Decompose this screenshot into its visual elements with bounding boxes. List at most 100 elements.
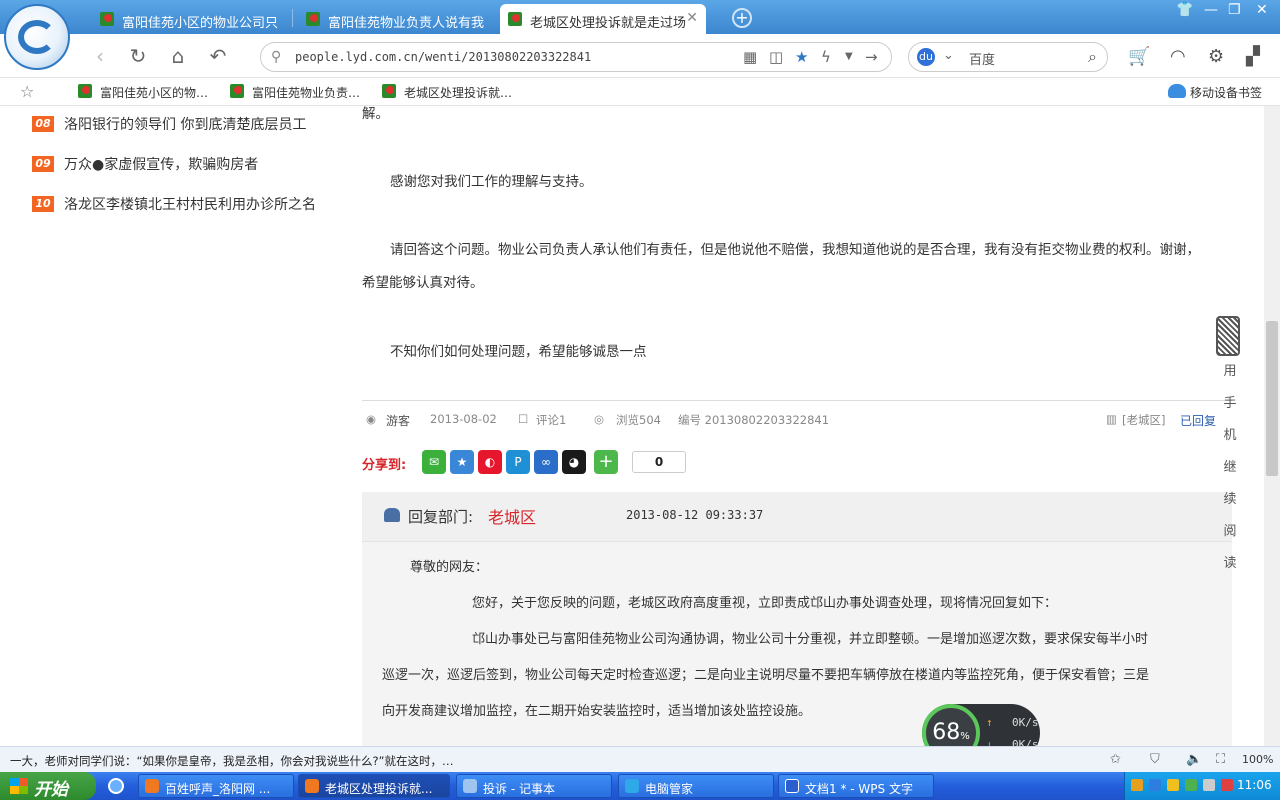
engine-dropdown-icon[interactable]: ⌄ bbox=[943, 48, 954, 63]
tray-arrow-icon[interactable] bbox=[1131, 779, 1143, 791]
tray-shield-icon[interactable] bbox=[1167, 779, 1179, 791]
tray-security-icon[interactable] bbox=[1185, 779, 1197, 791]
tray-alert-icon[interactable] bbox=[1221, 779, 1233, 791]
address-bar[interactable]: ⚲ people.lyd.com.cn/wenti/20130802203322… bbox=[260, 42, 892, 72]
rank-title[interactable]: 万众●家虚假宣传，欺骗购房者 bbox=[64, 157, 258, 173]
lightning-icon[interactable]: ϟ bbox=[821, 48, 831, 66]
bookmark-label: 富阳佳苑物业负责… bbox=[252, 86, 361, 100]
bookmark-label: 老城区处理投诉就… bbox=[404, 86, 513, 100]
tencent-weibo-icon[interactable]: P bbox=[506, 450, 530, 474]
task-label: 文档1 * - WPS 文字 bbox=[805, 782, 913, 796]
bookmark-label: 富阳佳苑小区的物… bbox=[100, 86, 209, 100]
post-meta: ◉ 游客 2013-08-02 ☐ 评论1 ◎ 浏览504 编号 2013080… bbox=[362, 412, 1232, 430]
news-ticker[interactable]: 一大，老师对同学们说：“如果你是皇帝，我是丞相，你会对我说些什么?”就在这时，… bbox=[10, 753, 454, 769]
notepad-icon bbox=[463, 779, 477, 793]
tray-network-icon[interactable] bbox=[1149, 779, 1161, 791]
taskbar-item[interactable]: 电脑管家 bbox=[618, 774, 774, 798]
more-share-icon[interactable]: + bbox=[594, 450, 618, 474]
tab-1-label: 富阳佳苑小区的物业公司只 bbox=[122, 16, 279, 31]
bookmark-item-2[interactable]: 富阳佳苑物业负责… bbox=[230, 84, 360, 101]
system-tray: 11:06 bbox=[1124, 772, 1280, 800]
bookmark-star-icon[interactable]: ☆ bbox=[20, 82, 34, 101]
taskbar-item[interactable]: 百姓呼声_洛阳网 ... bbox=[138, 774, 294, 798]
bookmark-item-1[interactable]: 富阳佳苑小区的物… bbox=[78, 84, 208, 101]
back-arrow-icon[interactable]: ‹ bbox=[86, 42, 114, 70]
reply-status[interactable]: 已回复 bbox=[1180, 412, 1216, 429]
mobile-continue-widget[interactable]: 用 手 机 继 续 阅 读 bbox=[1216, 316, 1244, 580]
scrollbar-thumb[interactable] bbox=[1266, 321, 1278, 476]
qr-code-icon[interactable]: ▦ bbox=[743, 48, 757, 66]
wechat-icon[interactable]: ✉ bbox=[422, 450, 446, 474]
view-count: 浏览504 bbox=[616, 413, 661, 427]
bookmark-item-3[interactable]: 老城区处理投诉就… bbox=[382, 84, 512, 101]
minimize-icon[interactable]: — bbox=[1204, 2, 1218, 18]
browser-status-bar: 一大，老师对同学们说：“如果你是皇帝，我是丞相，你会对我说些什么?”就在这时，…… bbox=[0, 746, 1280, 772]
start-button[interactable]: 开始 bbox=[0, 772, 96, 800]
user-icon: ◉ bbox=[366, 412, 377, 426]
apps-grid-icon[interactable]: ▞ bbox=[1246, 46, 1260, 67]
tools-icon[interactable]: ⚙ bbox=[1208, 46, 1224, 67]
site-favicon-icon bbox=[230, 84, 244, 98]
fullscreen-icon[interactable]: ⛶ bbox=[1216, 752, 1225, 767]
favorite-star-icon[interactable]: ★ bbox=[795, 48, 808, 66]
rank-title[interactable]: 洛阳银行的领导们 你到底清楚底层员工 bbox=[64, 117, 306, 133]
restore-icon[interactable]: ❐ bbox=[1228, 2, 1241, 18]
volume-icon[interactable]: 🔈 bbox=[1186, 752, 1202, 767]
comment-count[interactable]: 评论1 bbox=[536, 412, 566, 428]
skin-icon[interactable]: 👕 bbox=[1176, 2, 1193, 18]
task-label: 投诉 - 记事本 bbox=[483, 782, 555, 796]
shield-icon[interactable]: ⛉ bbox=[1150, 752, 1160, 767]
close-window-icon[interactable]: ✕ bbox=[1256, 2, 1268, 18]
chevron-down-icon[interactable]: ▼ bbox=[845, 51, 853, 62]
close-tab-icon[interactable]: ✕ bbox=[686, 10, 698, 26]
shopping-cart-icon[interactable]: 🛒 bbox=[1128, 46, 1150, 67]
quick-launch-ie-icon[interactable] bbox=[108, 778, 124, 794]
wifi-icon[interactable]: ◠ bbox=[1170, 46, 1186, 67]
ranking-item-09[interactable]: 09 万众●家虚假宣传，欺骗购房者 bbox=[32, 154, 258, 174]
rank-title[interactable]: 洛龙区李楼镇北王村村民利用办诊所之名 bbox=[64, 197, 316, 213]
taskbar-clock[interactable]: 11:06 bbox=[1237, 778, 1272, 792]
taskbar-item-active[interactable]: 老城区处理投诉就... bbox=[298, 774, 450, 798]
qzone-icon[interactable]: ★ bbox=[450, 450, 474, 474]
taskbar-item[interactable]: 投诉 - 记事本 bbox=[456, 774, 612, 798]
mobile-bookmarks[interactable]: 移动设备书签 bbox=[1168, 84, 1262, 101]
department-tag[interactable]: [老城区] bbox=[1122, 412, 1165, 428]
search-box[interactable]: du ⌄ 百度 ⌕ bbox=[908, 42, 1108, 72]
renren-icon[interactable]: ∞ bbox=[534, 450, 558, 474]
ranking-item-10[interactable]: 10 洛龙区李楼镇北王村村民利用办诊所之名 bbox=[32, 194, 316, 214]
new-tab-button[interactable]: + bbox=[732, 8, 752, 28]
task-label: 老城区处理投诉就... bbox=[325, 782, 433, 796]
tray-volume-icon[interactable] bbox=[1203, 779, 1215, 791]
ranking-item-08[interactable]: 08 洛阳银行的领导们 你到底清楚底层员工 bbox=[32, 114, 306, 134]
widget-char: 续 bbox=[1223, 492, 1237, 507]
tab-1[interactable]: 富阳佳苑小区的物业公司只 bbox=[92, 4, 290, 34]
taskbar-item[interactable]: 文档1 * - WPS 文字 bbox=[778, 774, 934, 798]
task-label: 百姓呼声_洛阳网 ... bbox=[165, 782, 271, 796]
phone-qr-icon[interactable] bbox=[1216, 316, 1240, 356]
screenshot-icon[interactable]: ◫ bbox=[769, 48, 783, 66]
browser-logo[interactable] bbox=[4, 4, 70, 70]
vertical-scrollbar[interactable] bbox=[1264, 106, 1280, 746]
search-icon[interactable]: ⌕ bbox=[1088, 47, 1097, 67]
reply-paragraph: 巡逻一次，巡逻后签到，物业公司每天定时检查巡逻；二是向业主说明尽量不要把车辆停放… bbox=[382, 668, 1150, 683]
start-label: 开始 bbox=[34, 780, 68, 800]
site-favicon-icon bbox=[100, 12, 114, 26]
undo-icon[interactable]: ↶ bbox=[204, 42, 232, 70]
page-content: 08 洛阳银行的领导们 你到底清楚底层员工 09 万众●家虚假宣传，欺骗购房者 10… bbox=[0, 106, 1264, 746]
widget-char: 用 bbox=[1223, 364, 1237, 379]
home-icon[interactable]: ⌂ bbox=[164, 42, 192, 70]
refresh-icon[interactable]: ↻ bbox=[124, 42, 152, 70]
share-label: 分享到: bbox=[362, 458, 407, 473]
qq-icon[interactable]: ◕ bbox=[562, 450, 586, 474]
url-text[interactable]: people.lyd.com.cn/wenti/2013080220332284… bbox=[295, 50, 591, 64]
tab-3-active[interactable]: 老城区处理投诉就是走过场 ✕ bbox=[500, 4, 706, 34]
post-id: 编号 20130802203322841 bbox=[678, 413, 830, 427]
star-icon[interactable]: ✩ bbox=[1110, 752, 1121, 767]
weibo-icon[interactable]: ◐ bbox=[478, 450, 502, 474]
tab-2[interactable]: 富阳佳苑物业负责人说有我 bbox=[298, 4, 492, 34]
go-arrow-icon[interactable]: → bbox=[865, 48, 878, 66]
official-reply: 回复部门: 老城区 2013-08-12 09:33:37 尊敬的网友： 您好，… bbox=[362, 492, 1232, 746]
site-favicon-icon bbox=[508, 12, 522, 26]
author: 游客 bbox=[386, 414, 411, 428]
zoom-level[interactable]: 100% bbox=[1242, 753, 1273, 766]
